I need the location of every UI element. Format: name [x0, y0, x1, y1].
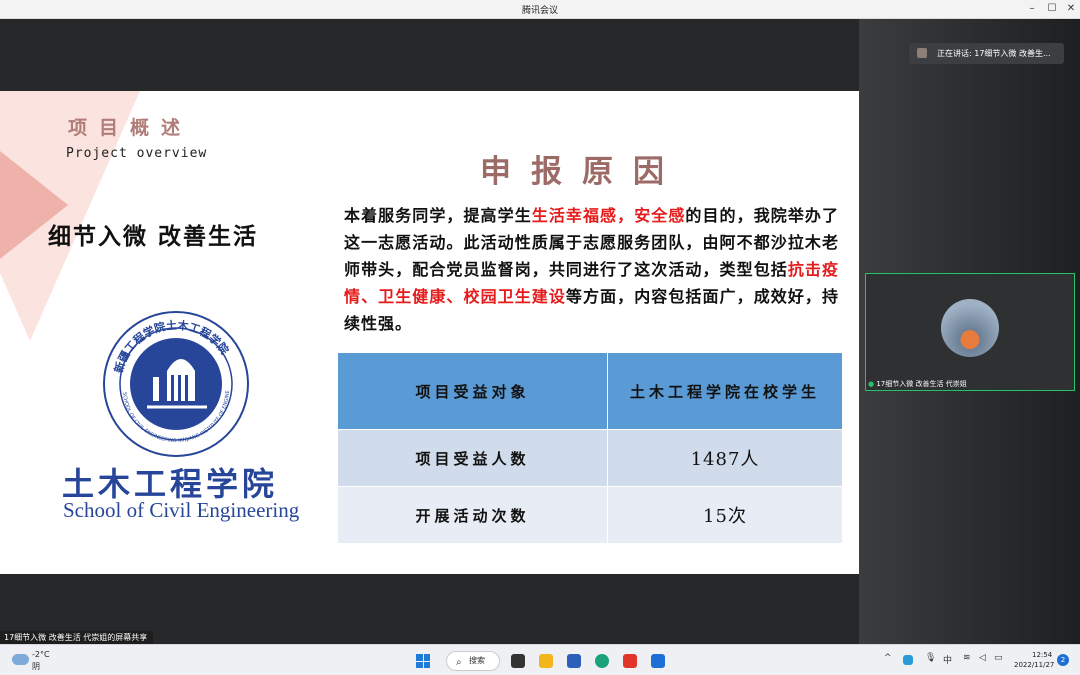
reason-paragraph: 本着服务同学，提高学生生活幸福感，安全感的目的，我院举办了这一志愿活动。此活动性… — [344, 202, 839, 337]
cloud-icon[interactable] — [12, 654, 29, 665]
speaking-text: 正在讲话: 17细节入微 改善生... — [937, 49, 1051, 58]
school-seal-logo: 新疆工程学院土木工程学院 SCHOOL OF CIVIL ENGINEERING… — [101, 309, 249, 457]
close-button[interactable]: ✕ — [1064, 2, 1078, 16]
clock-time[interactable]: 12:54 — [1032, 651, 1052, 659]
participant-avatar — [941, 299, 999, 357]
taskbar: -2°C 阴 ⌕ 搜索 ^ 🎙 中 ≋ ◁ ▭ 12:54 2022/11/27… — [0, 644, 1080, 675]
weather-condition[interactable]: 阴 — [32, 661, 40, 672]
volume-icon[interactable]: ◁ — [979, 653, 986, 663]
participant-name: ● 17细节入微 改善生活 代崇姐 — [868, 379, 967, 389]
table-cell-label: 开展活动次数 — [337, 486, 608, 544]
weather-temperature[interactable]: -2°C — [32, 650, 50, 659]
table-cell-value: 1487人 — [607, 429, 843, 487]
wifi-icon[interactable]: ≋ — [963, 653, 971, 663]
participant-video-tile[interactable]: ● 17细节入微 改善生活 代崇姐 — [865, 273, 1075, 391]
minimize-button[interactable]: – — [1025, 2, 1039, 16]
edge-icon[interactable] — [595, 654, 609, 668]
table-row: 项目受益人数 1487人 — [337, 429, 843, 487]
speaker-avatar-icon — [917, 48, 927, 58]
tray-expand-icon[interactable]: ^ — [884, 653, 892, 663]
table-row: 项目受益对象 土木工程学院在校学生 — [337, 352, 843, 430]
table-row: 开展活动次数 15次 — [337, 486, 843, 544]
word-icon[interactable] — [567, 654, 581, 668]
table-cell-label: 项目受益人数 — [337, 429, 608, 487]
task-view-icon[interactable] — [511, 654, 525, 668]
notification-badge[interactable]: 2 — [1057, 654, 1069, 666]
microphone-icon[interactable]: 🎙 — [925, 653, 936, 663]
section-title: 项目概述 — [68, 117, 193, 139]
project-info-table: 项目受益对象 土木工程学院在校学生 项目受益人数 1487人 开展活动次数 15… — [337, 352, 843, 544]
reason-title: 申报原因 — [480, 154, 684, 190]
ime-indicator[interactable]: 中 — [943, 653, 952, 666]
start-button[interactable] — [416, 654, 430, 668]
tencent-meeting-icon[interactable] — [651, 654, 665, 668]
file-explorer-icon[interactable] — [539, 654, 553, 668]
table-cell-value: 15次 — [607, 486, 843, 544]
app-tray-icon[interactable] — [903, 655, 913, 665]
presentation-slide: 项目概述 Project overview 细节入微 改善生活 新疆工程学院土木… — [0, 91, 859, 574]
screen-share-label: 17细节入微 改善生活 代崇姐的屏幕共享 — [0, 631, 154, 644]
table-cell-value: 土木工程学院在校学生 — [607, 352, 843, 430]
table-cell-label: 项目受益对象 — [337, 352, 608, 430]
search-icon: ⌕ — [456, 657, 462, 668]
reason-text: 本着服务同学，提高学生 — [344, 206, 532, 225]
slogan: 细节入微 改善生活 — [48, 223, 259, 250]
microphone-icon: ● — [868, 380, 875, 388]
speaking-indicator: 正在讲话: 17细节入微 改善生... — [909, 43, 1064, 64]
school-name-en: School of Civil Engineering — [63, 498, 300, 522]
section-subtitle: Project overview — [66, 146, 208, 161]
clock-date[interactable]: 2022/11/27 — [1014, 661, 1054, 669]
reason-highlight: 生活幸福感，安全感 — [531, 206, 686, 225]
window-title: 腾讯会议 — [521, 6, 558, 16]
participant-name-text: 17细节入微 改善生活 代崇姐 — [876, 380, 967, 388]
search-button[interactable]: ⌕ 搜索 — [446, 651, 500, 671]
window-title-bar: 腾讯会议 – ☐ ✕ — [0, 0, 1080, 19]
search-label: 搜索 — [469, 656, 485, 665]
wps-icon[interactable] — [623, 654, 637, 668]
maximize-button[interactable]: ☐ — [1045, 2, 1059, 16]
battery-icon[interactable]: ▭ — [994, 653, 1003, 663]
